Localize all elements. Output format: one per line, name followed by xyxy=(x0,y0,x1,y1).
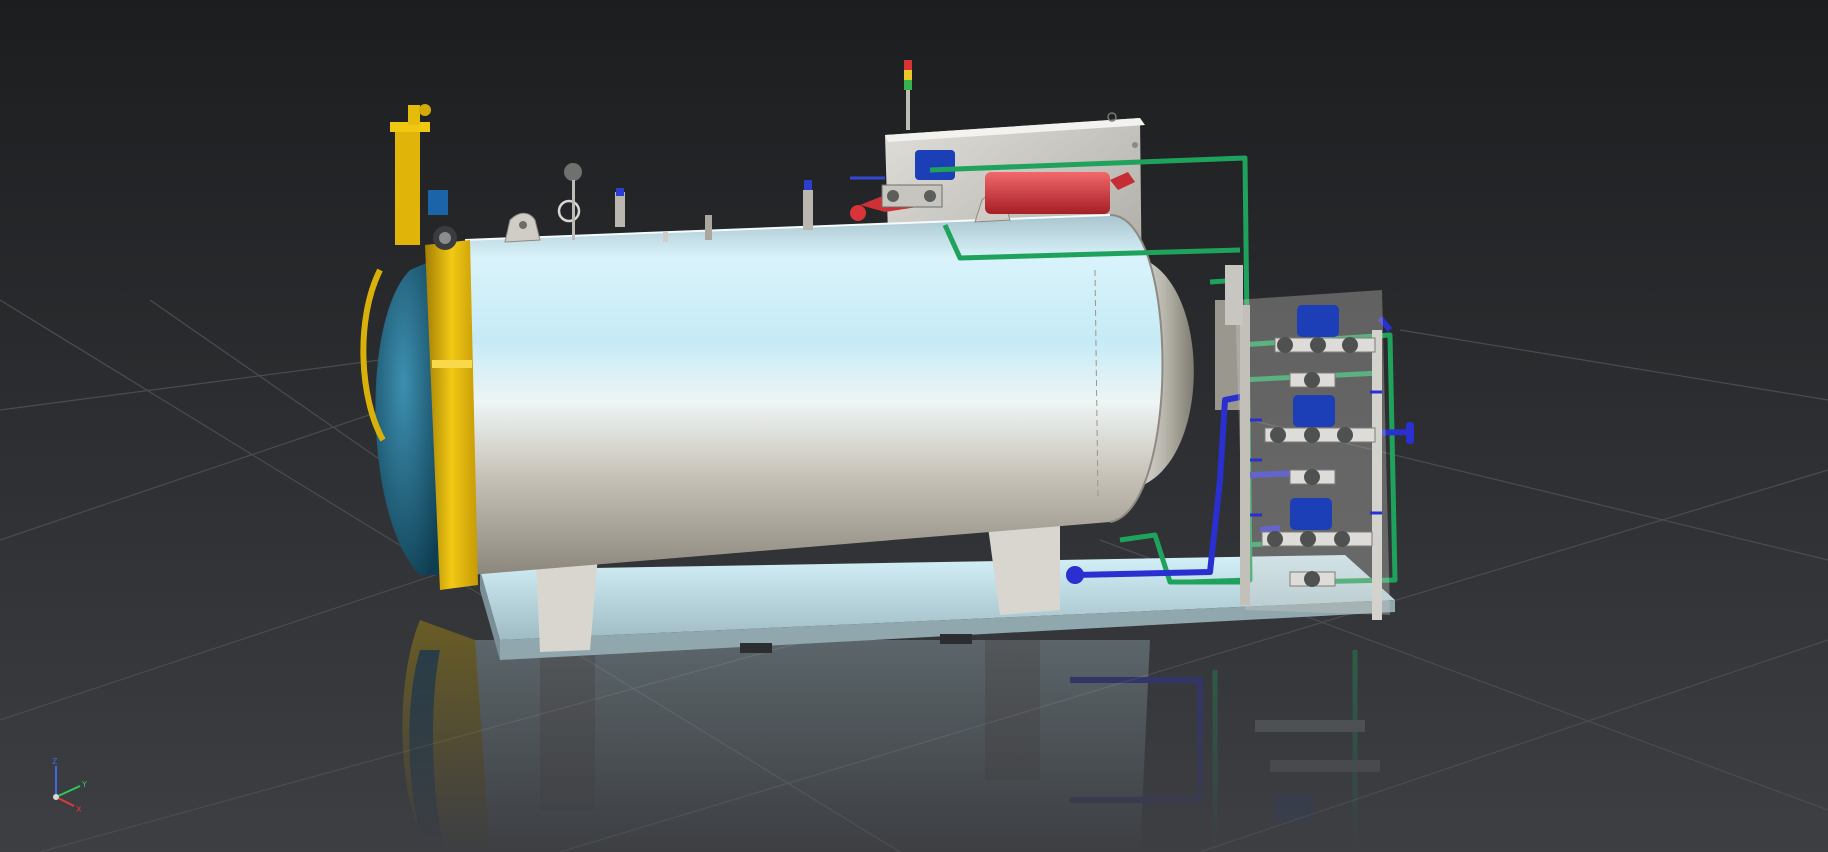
viewport-canvas[interactable]: Z Y X xyxy=(0,0,1828,852)
z-axis-label: Z xyxy=(52,757,58,766)
pressure-vessel xyxy=(464,214,1164,575)
valve-row-6 xyxy=(1289,571,1336,587)
axis-origin xyxy=(53,794,59,800)
x-axis-label: X xyxy=(76,805,82,814)
valve-row-2 xyxy=(1289,372,1336,388)
3d-viewport[interactable]: Z Y X xyxy=(0,0,1828,852)
water-inlet-flange xyxy=(1406,422,1414,444)
drain-flange xyxy=(1066,566,1084,584)
y-axis-label: Y xyxy=(81,780,87,789)
valve-row-4 xyxy=(1289,469,1336,485)
